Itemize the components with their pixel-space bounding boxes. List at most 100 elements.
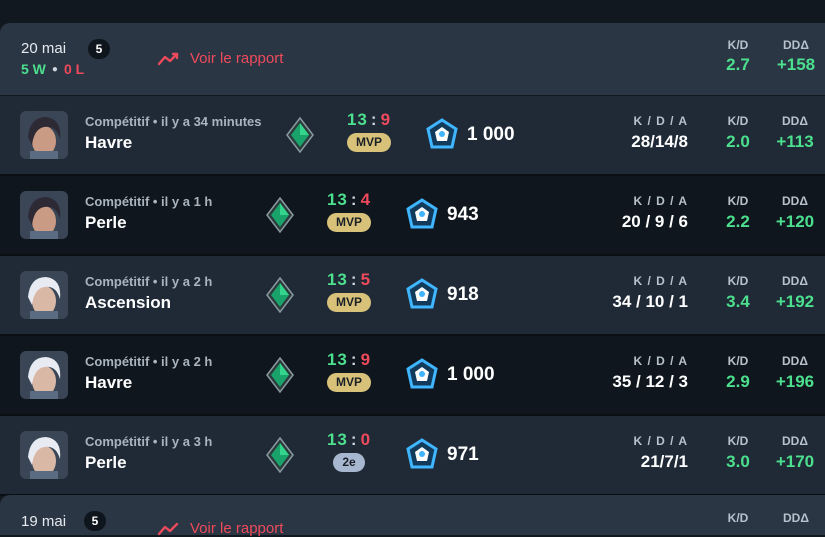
day-date: 19 mai bbox=[21, 513, 67, 530]
map-name: Havre bbox=[85, 373, 133, 392]
emerald-rank-icon bbox=[265, 356, 295, 394]
rating-badge-icon bbox=[406, 278, 438, 309]
day-kd: K/D bbox=[712, 511, 764, 525]
map-name: Ascension bbox=[85, 293, 171, 312]
kda-label: K / D / A bbox=[633, 194, 688, 208]
map-name: Havre bbox=[85, 133, 133, 152]
match-score: 13:4 MVP bbox=[319, 190, 379, 232]
kda-value: 35 / 12 / 3 bbox=[612, 372, 688, 391]
kd-label: K/D bbox=[727, 194, 749, 208]
kd-stat: K/D 3.4 bbox=[710, 274, 766, 312]
match-score: 13:0 2e bbox=[319, 430, 379, 472]
match-meta: Compétitif • il y a 3 h Perle bbox=[85, 434, 212, 473]
dd-stat: DDΔ +120 bbox=[765, 194, 825, 232]
agent-portrait-icon bbox=[20, 351, 68, 399]
kd-value: 2.9 bbox=[726, 372, 750, 391]
rating-badge-icon bbox=[406, 198, 438, 229]
rating: 1 000 bbox=[405, 358, 495, 392]
score-enemy: 0 bbox=[360, 430, 372, 449]
kda-stat: K / D / A 20 / 9 / 6 bbox=[588, 194, 688, 232]
kda-stat: K / D / A 34 / 10 / 1 bbox=[588, 274, 688, 312]
match-score: 13:9 MVP bbox=[339, 110, 399, 152]
kd-label: K/D bbox=[727, 38, 749, 52]
emerald-rank-icon bbox=[265, 276, 295, 314]
rating: 971 bbox=[405, 438, 479, 472]
day-date: 20 mai bbox=[21, 40, 67, 57]
score-team: 13 bbox=[326, 350, 348, 369]
kd-value: 2.7 bbox=[726, 55, 750, 74]
match-meta: Compétitif • il y a 1 h Perle bbox=[85, 194, 212, 233]
trend-line-icon bbox=[158, 52, 179, 65]
dd-label: DDΔ bbox=[782, 194, 808, 208]
match-subtitle: Compétitif • il y a 2 h bbox=[85, 274, 213, 289]
kd-stat: K/D 2.0 bbox=[710, 114, 766, 152]
match-subtitle: Compétitif • il y a 34 minutes bbox=[85, 114, 262, 129]
dd-label: DDΔ bbox=[783, 511, 809, 525]
match-meta: Compétitif • il y a 2 h Havre bbox=[85, 354, 212, 393]
kd-label: K/D bbox=[727, 274, 749, 288]
placement-badge: MVP bbox=[326, 373, 371, 392]
match-row[interactable]: Compétitif • il y a 34 minutes Havre 13:9 M… bbox=[0, 96, 825, 176]
kd-label: K/D bbox=[727, 354, 749, 368]
score-separator: : bbox=[370, 110, 378, 129]
day-kd: K/D 2.7 bbox=[712, 38, 764, 75]
kda-value: 34 / 10 / 1 bbox=[612, 292, 688, 311]
rating-value: 1 000 bbox=[467, 124, 515, 145]
kd-value: 3.4 bbox=[726, 292, 750, 311]
dd-label: DDΔ bbox=[782, 274, 808, 288]
day-header: 20 mai 5 5 W ● 0 L Voir le rapport K/D 2.7… bbox=[0, 23, 825, 95]
score-team: 13 bbox=[346, 110, 368, 129]
placement-badge: MVP bbox=[346, 133, 391, 152]
agent-portrait-icon bbox=[20, 111, 68, 159]
emerald-rank-icon bbox=[265, 436, 295, 474]
kd-value: 2.2 bbox=[726, 212, 750, 231]
dd-value: +158 bbox=[776, 55, 816, 74]
kd-stat: K/D 2.9 bbox=[710, 354, 766, 392]
map-name: Perle bbox=[85, 453, 127, 472]
view-report-label: Voir le rapport bbox=[190, 50, 284, 67]
view-report-link[interactable]: Voir le rapport bbox=[158, 50, 283, 67]
score-separator: : bbox=[350, 430, 358, 449]
kd-value: 3.0 bbox=[726, 452, 750, 471]
dd-stat: DDΔ +196 bbox=[765, 354, 825, 392]
match-row[interactable]: Compétitif • il y a 2 h Havre 13:9 MVP 1 000… bbox=[0, 336, 825, 416]
rating-badge-icon bbox=[406, 358, 438, 389]
kda-stat: K / D / A 28/14/8 bbox=[588, 114, 688, 152]
dd-label: DDΔ bbox=[782, 434, 808, 448]
match-row[interactable]: Compétitif • il y a 1 h Perle 13:4 MVP 943 K … bbox=[0, 176, 825, 256]
rating-value: 1 000 bbox=[447, 364, 495, 385]
dd-value: +196 bbox=[775, 372, 815, 391]
score-separator: : bbox=[350, 270, 358, 289]
day-header: 19 mai 5 Voir le rapport K/D DDΔ bbox=[0, 495, 825, 537]
emerald-rank-icon bbox=[285, 116, 315, 154]
match-count-badge: 5 bbox=[84, 511, 106, 531]
score-enemy: 9 bbox=[380, 110, 392, 129]
match-subtitle: Compétitif • il y a 1 h bbox=[85, 194, 213, 209]
dd-stat: DDΔ +192 bbox=[765, 274, 825, 312]
match-row[interactable]: Compétitif • il y a 2 h Ascension 13:5 MVP 9… bbox=[0, 256, 825, 336]
dd-label: DDΔ bbox=[783, 38, 809, 52]
agent-portrait-icon bbox=[20, 271, 68, 319]
score-separator: : bbox=[350, 350, 358, 369]
match-meta: Compétitif • il y a 34 minutes Havre bbox=[85, 114, 261, 153]
dd-label: DDΔ bbox=[782, 354, 808, 368]
score-enemy: 4 bbox=[360, 190, 372, 209]
kda-label: K / D / A bbox=[633, 354, 688, 368]
match-row[interactable]: Compétitif • il y a 3 h Perle 13:0 2e 971 K /… bbox=[0, 416, 825, 496]
dd-stat: DDΔ +170 bbox=[765, 434, 825, 472]
kda-value: 28/14/8 bbox=[631, 132, 688, 151]
score-enemy: 9 bbox=[360, 350, 372, 369]
dd-value: +120 bbox=[775, 212, 815, 231]
kd-stat: K/D 3.0 bbox=[710, 434, 766, 472]
placement-badge: MVP bbox=[326, 213, 371, 232]
kd-label: K/D bbox=[727, 434, 749, 448]
dd-value: +170 bbox=[775, 452, 815, 471]
kda-stat: K / D / A 35 / 12 / 3 bbox=[588, 354, 688, 392]
emerald-rank-icon bbox=[265, 196, 295, 234]
kd-value: 2.0 bbox=[726, 132, 750, 151]
rating: 1 000 bbox=[425, 118, 515, 152]
kda-value: 21/7/1 bbox=[640, 452, 688, 471]
score-team: 13 bbox=[326, 430, 348, 449]
separator-dot: ● bbox=[51, 64, 58, 75]
rating-badge-icon bbox=[426, 118, 458, 149]
